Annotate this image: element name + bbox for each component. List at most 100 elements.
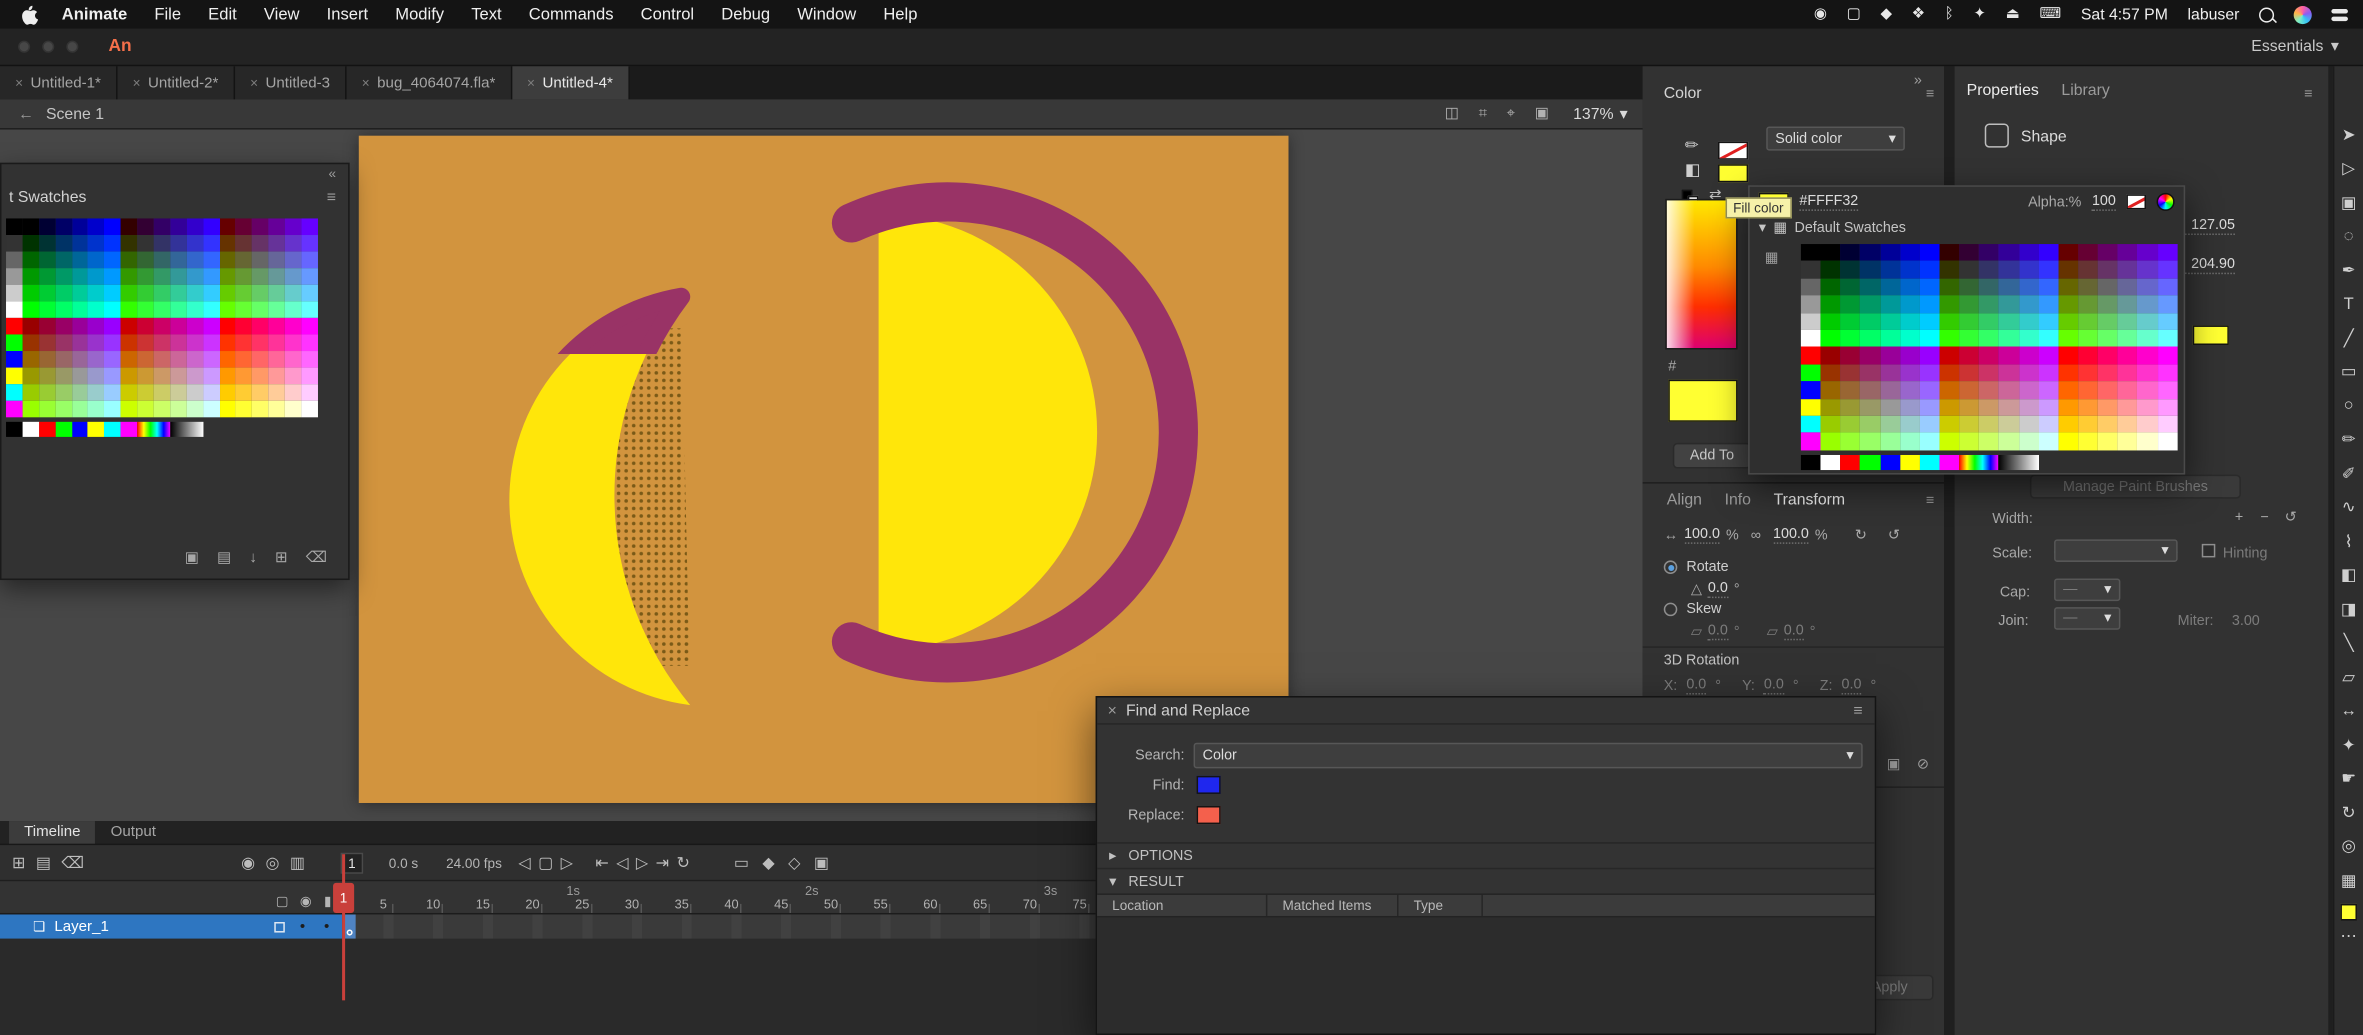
- color-swatch[interactable]: [252, 268, 268, 285]
- color-swatch[interactable]: [88, 235, 104, 252]
- gradient-swatch[interactable]: [170, 422, 203, 437]
- color-swatch[interactable]: [6, 422, 22, 437]
- color-swatch[interactable]: [39, 218, 55, 235]
- color-swatch[interactable]: [252, 285, 268, 302]
- color-swatch[interactable]: [252, 368, 268, 385]
- outline-column-icon[interactable]: ▢: [276, 893, 289, 910]
- color-swatch[interactable]: [2039, 330, 2059, 347]
- color-swatch[interactable]: [269, 285, 285, 302]
- color-swatch[interactable]: [105, 268, 121, 285]
- next-keyframe-button[interactable]: ▷: [636, 854, 648, 872]
- color-swatch[interactable]: [2118, 313, 2138, 330]
- prev-keyframe-button[interactable]: ◁: [616, 854, 628, 872]
- color-swatch[interactable]: [1801, 381, 1821, 398]
- tab-transform[interactable]: Transform: [1774, 491, 1846, 509]
- color-swatch[interactable]: [203, 368, 219, 385]
- color-swatch[interactable]: [1821, 244, 1841, 261]
- color-swatch[interactable]: [105, 334, 121, 351]
- color-swatch[interactable]: [1979, 364, 1999, 381]
- color-swatch[interactable]: [1840, 455, 1860, 470]
- color-swatch[interactable]: [6, 351, 22, 368]
- hand-tool[interactable]: ☛: [2334, 762, 2363, 796]
- color-swatch[interactable]: [1801, 399, 1821, 416]
- color-swatch[interactable]: [72, 252, 88, 269]
- insert-blank-keyframe-button[interactable]: ◇: [788, 854, 800, 872]
- color-swatch[interactable]: [203, 318, 219, 335]
- color-swatch[interactable]: [88, 318, 104, 335]
- color-swatch[interactable]: [137, 318, 153, 335]
- color-swatch[interactable]: [1840, 381, 1860, 398]
- play-button[interactable]: ▷: [561, 854, 573, 872]
- color-swatch[interactable]: [2078, 296, 2098, 313]
- color-swatch[interactable]: [55, 384, 71, 401]
- layer-outline-swatch[interactable]: [274, 921, 285, 932]
- color-swatch[interactable]: [1900, 313, 1920, 330]
- column-type[interactable]: Type: [1399, 895, 1483, 916]
- color-swatch[interactable]: [88, 252, 104, 269]
- color-swatch[interactable]: [1979, 261, 1999, 278]
- pen-tool[interactable]: ✒: [2334, 253, 2363, 287]
- color-swatch[interactable]: [1940, 244, 1960, 261]
- color-swatch[interactable]: [2138, 347, 2158, 364]
- color-swatch[interactable]: [219, 334, 235, 351]
- color-swatch[interactable]: [1999, 433, 2019, 450]
- color-swatch[interactable]: [170, 334, 186, 351]
- color-swatch[interactable]: [2039, 433, 2059, 450]
- color-swatch[interactable]: [2058, 399, 2078, 416]
- color-swatch[interactable]: [55, 268, 71, 285]
- color-wheel-icon[interactable]: [2157, 193, 2175, 211]
- menu-item-insert[interactable]: Insert: [313, 5, 382, 23]
- document-tab[interactable]: ×Untitled-4*: [512, 66, 630, 99]
- loop-button[interactable]: ↻: [676, 854, 689, 872]
- color-swatch[interactable]: [39, 334, 55, 351]
- color-swatch[interactable]: [1900, 330, 1920, 347]
- color-swatch[interactable]: [1920, 244, 1940, 261]
- tab-info[interactable]: Info: [1725, 491, 1751, 509]
- color-swatch[interactable]: [301, 368, 317, 385]
- color-swatch[interactable]: [1979, 347, 1999, 364]
- chevron-down-icon[interactable]: ▾: [1759, 220, 1766, 237]
- results-table-body[interactable]: [1097, 917, 1875, 1033]
- color-swatch[interactable]: [203, 334, 219, 351]
- color-swatch[interactable]: [285, 285, 301, 302]
- color-swatch[interactable]: [137, 351, 153, 368]
- color-swatch[interactable]: [2157, 296, 2177, 313]
- scale-x-field[interactable]: 100.0: [1684, 526, 1720, 544]
- stroke-color-chip[interactable]: [1718, 142, 1748, 160]
- color-swatch[interactable]: [285, 334, 301, 351]
- color-swatch[interactable]: [154, 351, 170, 368]
- camera-icon[interactable]: ◫: [1445, 105, 1459, 122]
- column-location[interactable]: Location: [1097, 895, 1267, 916]
- color-swatch[interactable]: [301, 401, 317, 418]
- color-swatch[interactable]: [1840, 399, 1860, 416]
- color-swatch[interactable]: [72, 384, 88, 401]
- color-swatch[interactable]: [2118, 433, 2138, 450]
- color-swatch[interactable]: [1920, 381, 1940, 398]
- color-swatch[interactable]: [1920, 347, 1940, 364]
- color-swatch[interactable]: [2098, 278, 2118, 295]
- pencil-tool[interactable]: ✏: [2334, 423, 2363, 457]
- color-swatch[interactable]: [301, 235, 317, 252]
- screen-record-icon[interactable]: ◉: [1814, 6, 1827, 23]
- color-swatch[interactable]: [269, 368, 285, 385]
- eyedropper-tool[interactable]: ╲: [2334, 626, 2363, 660]
- color-swatch[interactable]: [187, 384, 203, 401]
- color-swatch[interactable]: [2098, 433, 2118, 450]
- clip-content-icon[interactable]: ▣: [1535, 105, 1549, 122]
- color-swatch[interactable]: [137, 401, 153, 418]
- color-swatch[interactable]: [2157, 399, 2177, 416]
- color-swatch[interactable]: [2098, 313, 2118, 330]
- rotate-field[interactable]: 0.0: [1708, 580, 1728, 598]
- color-swatch[interactable]: [285, 252, 301, 269]
- color-swatch[interactable]: [88, 401, 104, 418]
- color-swatch[interactable]: [1940, 399, 1960, 416]
- paint-bucket-tool[interactable]: ◧: [2334, 558, 2363, 592]
- color-swatch[interactable]: [1979, 278, 1999, 295]
- ink-bottle-tool[interactable]: ◨: [2334, 592, 2363, 626]
- color-swatch[interactable]: [1860, 278, 1880, 295]
- color-swatch[interactable]: [6, 384, 22, 401]
- color-swatch[interactable]: [1840, 296, 1860, 313]
- color-swatch[interactable]: [6, 318, 22, 335]
- menu-item-animate[interactable]: Animate: [48, 5, 141, 23]
- reset-transform-icon[interactable]: ↺: [1888, 527, 1900, 544]
